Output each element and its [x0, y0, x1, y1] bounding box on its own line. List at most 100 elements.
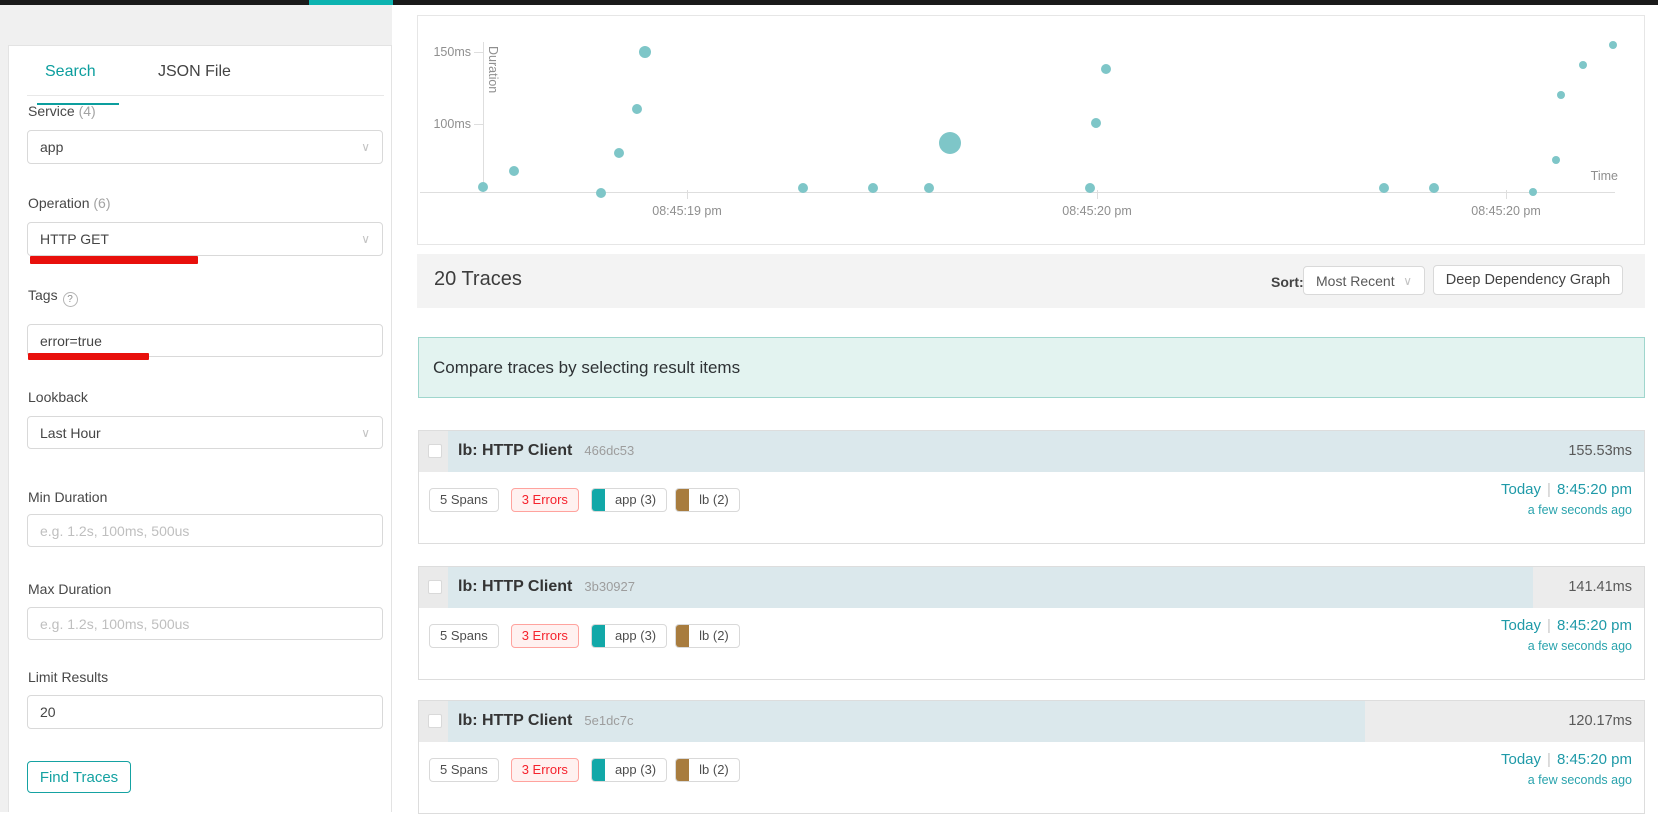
trace-row-header[interactable]: lb: HTTP Client 3b30927 141.41ms: [419, 567, 1644, 608]
service-color-block: [676, 489, 690, 511]
max-duration-placeholder: e.g. 1.2s, 100ms, 500us: [40, 615, 190, 632]
scatter-point[interactable]: [614, 148, 624, 158]
trace-timestamp: Today | 8:45:20 pm a few seconds ago: [1501, 617, 1632, 653]
min-duration-placeholder: e.g. 1.2s, 100ms, 500us: [40, 522, 190, 539]
service-select-value: app: [40, 139, 64, 155]
service-color-block: [676, 625, 690, 647]
service-select[interactable]: app ∨: [27, 130, 383, 164]
scatter-point[interactable]: [1101, 64, 1111, 74]
trace-timestamp: Today | 8:45:20 pm a few seconds ago: [1501, 751, 1632, 787]
service-label: Service (4): [28, 103, 96, 119]
trace-result-row[interactable]: lb: HTTP Client 3b30927 141.41ms 5 Spans …: [418, 566, 1645, 680]
trace-count: 20 Traces: [434, 268, 522, 290]
x-tick-mark: [1506, 190, 1507, 199]
trace-chips: 5 Spans 3 Errors app (3) lb (2): [429, 488, 748, 512]
service-color-block: [591, 625, 605, 647]
trace-time-link[interactable]: 8:45:20 pm: [1557, 481, 1632, 498]
scatter-point[interactable]: [1091, 118, 1101, 128]
y-axis-line: [483, 42, 484, 192]
error-count-chip: 3 Errors: [510, 624, 579, 648]
tab-json-file[interactable]: JSON File: [158, 63, 231, 81]
tab-json-file-label: JSON File: [158, 63, 231, 80]
scatter-point[interactable]: [632, 104, 642, 114]
operation-label: Operation (6): [28, 195, 111, 211]
service-color-block: [591, 759, 605, 781]
trace-chips: 5 Spans 3 Errors app (3) lb (2): [429, 624, 748, 648]
chevron-down-icon: ∨: [361, 425, 370, 440]
service-chip-app: app (3): [590, 758, 668, 782]
operation-select[interactable]: HTTP GET ∨: [27, 222, 383, 256]
trace-date-link[interactable]: Today: [1501, 481, 1541, 498]
scatter-point[interactable]: [478, 182, 488, 192]
trace-time-link[interactable]: 8:45:20 pm: [1557, 751, 1632, 768]
search-form-card: Search JSON File Service (4) app ∨ Opera…: [8, 45, 392, 812]
checkbox-column: [419, 431, 448, 472]
lookback-select-value: Last Hour: [40, 424, 101, 441]
chevron-down-icon: ∨: [1403, 273, 1412, 288]
y-axis-title: Duration: [486, 46, 500, 94]
trace-timestamp: Today | 8:45:20 pm a few seconds ago: [1501, 481, 1632, 517]
sort-select[interactable]: Most Recent ∨: [1303, 266, 1425, 295]
min-duration-label: Min Duration: [28, 489, 108, 505]
service-chip-lb: lb (2): [675, 488, 740, 512]
tab-search[interactable]: Search: [37, 63, 119, 105]
max-duration-input[interactable]: e.g. 1.2s, 100ms, 500us: [27, 607, 383, 640]
trace-result-row[interactable]: lb: HTTP Client 466dc53 155.53ms 5 Spans …: [418, 430, 1645, 544]
trace-result-row[interactable]: lb: HTTP Client 5e1dc7c 120.17ms 5 Spans …: [418, 700, 1645, 814]
span-count-chip: 5 Spans: [429, 758, 499, 782]
service-color-block: [676, 759, 690, 781]
trace-select-checkbox[interactable]: [428, 580, 442, 594]
y-tick-150: [474, 52, 483, 53]
trace-date-link[interactable]: Today: [1501, 617, 1541, 634]
trace-row-header[interactable]: lb: HTTP Client 466dc53 155.53ms: [419, 431, 1644, 472]
checkbox-column: [419, 701, 448, 742]
chevron-down-icon: ∨: [361, 232, 370, 246]
scatter-point[interactable]: [1609, 41, 1617, 49]
sort-label: Sort:: [1271, 274, 1304, 290]
scatter-point[interactable]: [1557, 91, 1565, 99]
scatter-point[interactable]: [1379, 183, 1389, 193]
scatter-point[interactable]: [798, 183, 808, 193]
max-duration-label: Max Duration: [28, 581, 112, 597]
scatter-point[interactable]: [509, 166, 519, 176]
scatter-point[interactable]: [639, 46, 651, 58]
span-count-chip: 5 Spans: [429, 624, 499, 648]
tab-search-label: Search: [45, 63, 96, 80]
trace-title: lb: HTTP Client 3b30927: [458, 578, 635, 595]
trace-row-header[interactable]: lb: HTTP Client 5e1dc7c 120.17ms: [419, 701, 1644, 742]
limit-results-input[interactable]: 20: [27, 695, 383, 729]
lookback-select[interactable]: Last Hour ∨: [27, 416, 383, 449]
annotation-underline-tags: [28, 353, 149, 360]
scatter-point[interactable]: [1429, 183, 1439, 193]
scatter-point[interactable]: [868, 183, 878, 193]
tags-input-value: error=true: [40, 332, 102, 349]
lookback-label: Lookback: [28, 389, 88, 405]
trace-select-checkbox[interactable]: [428, 444, 442, 458]
scatter-point[interactable]: [1529, 188, 1537, 196]
trace-time-link[interactable]: 8:45:20 pm: [1557, 617, 1632, 634]
scatter-point[interactable]: [924, 183, 934, 193]
deep-dependency-graph-button[interactable]: Deep Dependency Graph: [1433, 265, 1623, 295]
trace-duration: 155.53ms: [1568, 443, 1632, 459]
error-count-chip: 3 Errors: [510, 488, 579, 512]
scatter-point[interactable]: [1579, 61, 1587, 69]
service-chip-app: app (3): [590, 488, 668, 512]
find-traces-button[interactable]: Find Traces: [27, 761, 131, 793]
checkbox-column: [419, 567, 448, 608]
span-count-chip: 5 Spans: [429, 488, 499, 512]
results-header-bar: 20 Traces Sort: Most Recent ∨ Deep Depen…: [417, 254, 1645, 308]
trace-date-link[interactable]: Today: [1501, 751, 1541, 768]
scatter-point[interactable]: [596, 188, 606, 198]
limit-results-value: 20: [40, 704, 56, 720]
help-icon[interactable]: ?: [62, 292, 78, 307]
scatter-point[interactable]: [939, 132, 961, 154]
trace-duration: 120.17ms: [1568, 713, 1632, 729]
service-chip-lb: lb (2): [675, 758, 740, 782]
x-tick-label: 08:45:19 pm: [652, 204, 722, 218]
trace-select-checkbox[interactable]: [428, 714, 442, 728]
tags-label: Tags?: [28, 287, 78, 307]
scatter-point[interactable]: [1085, 183, 1095, 193]
trace-chips: 5 Spans 3 Errors app (3) lb (2): [429, 758, 748, 782]
scatter-point[interactable]: [1552, 156, 1560, 164]
min-duration-input[interactable]: e.g. 1.2s, 100ms, 500us: [27, 514, 383, 547]
